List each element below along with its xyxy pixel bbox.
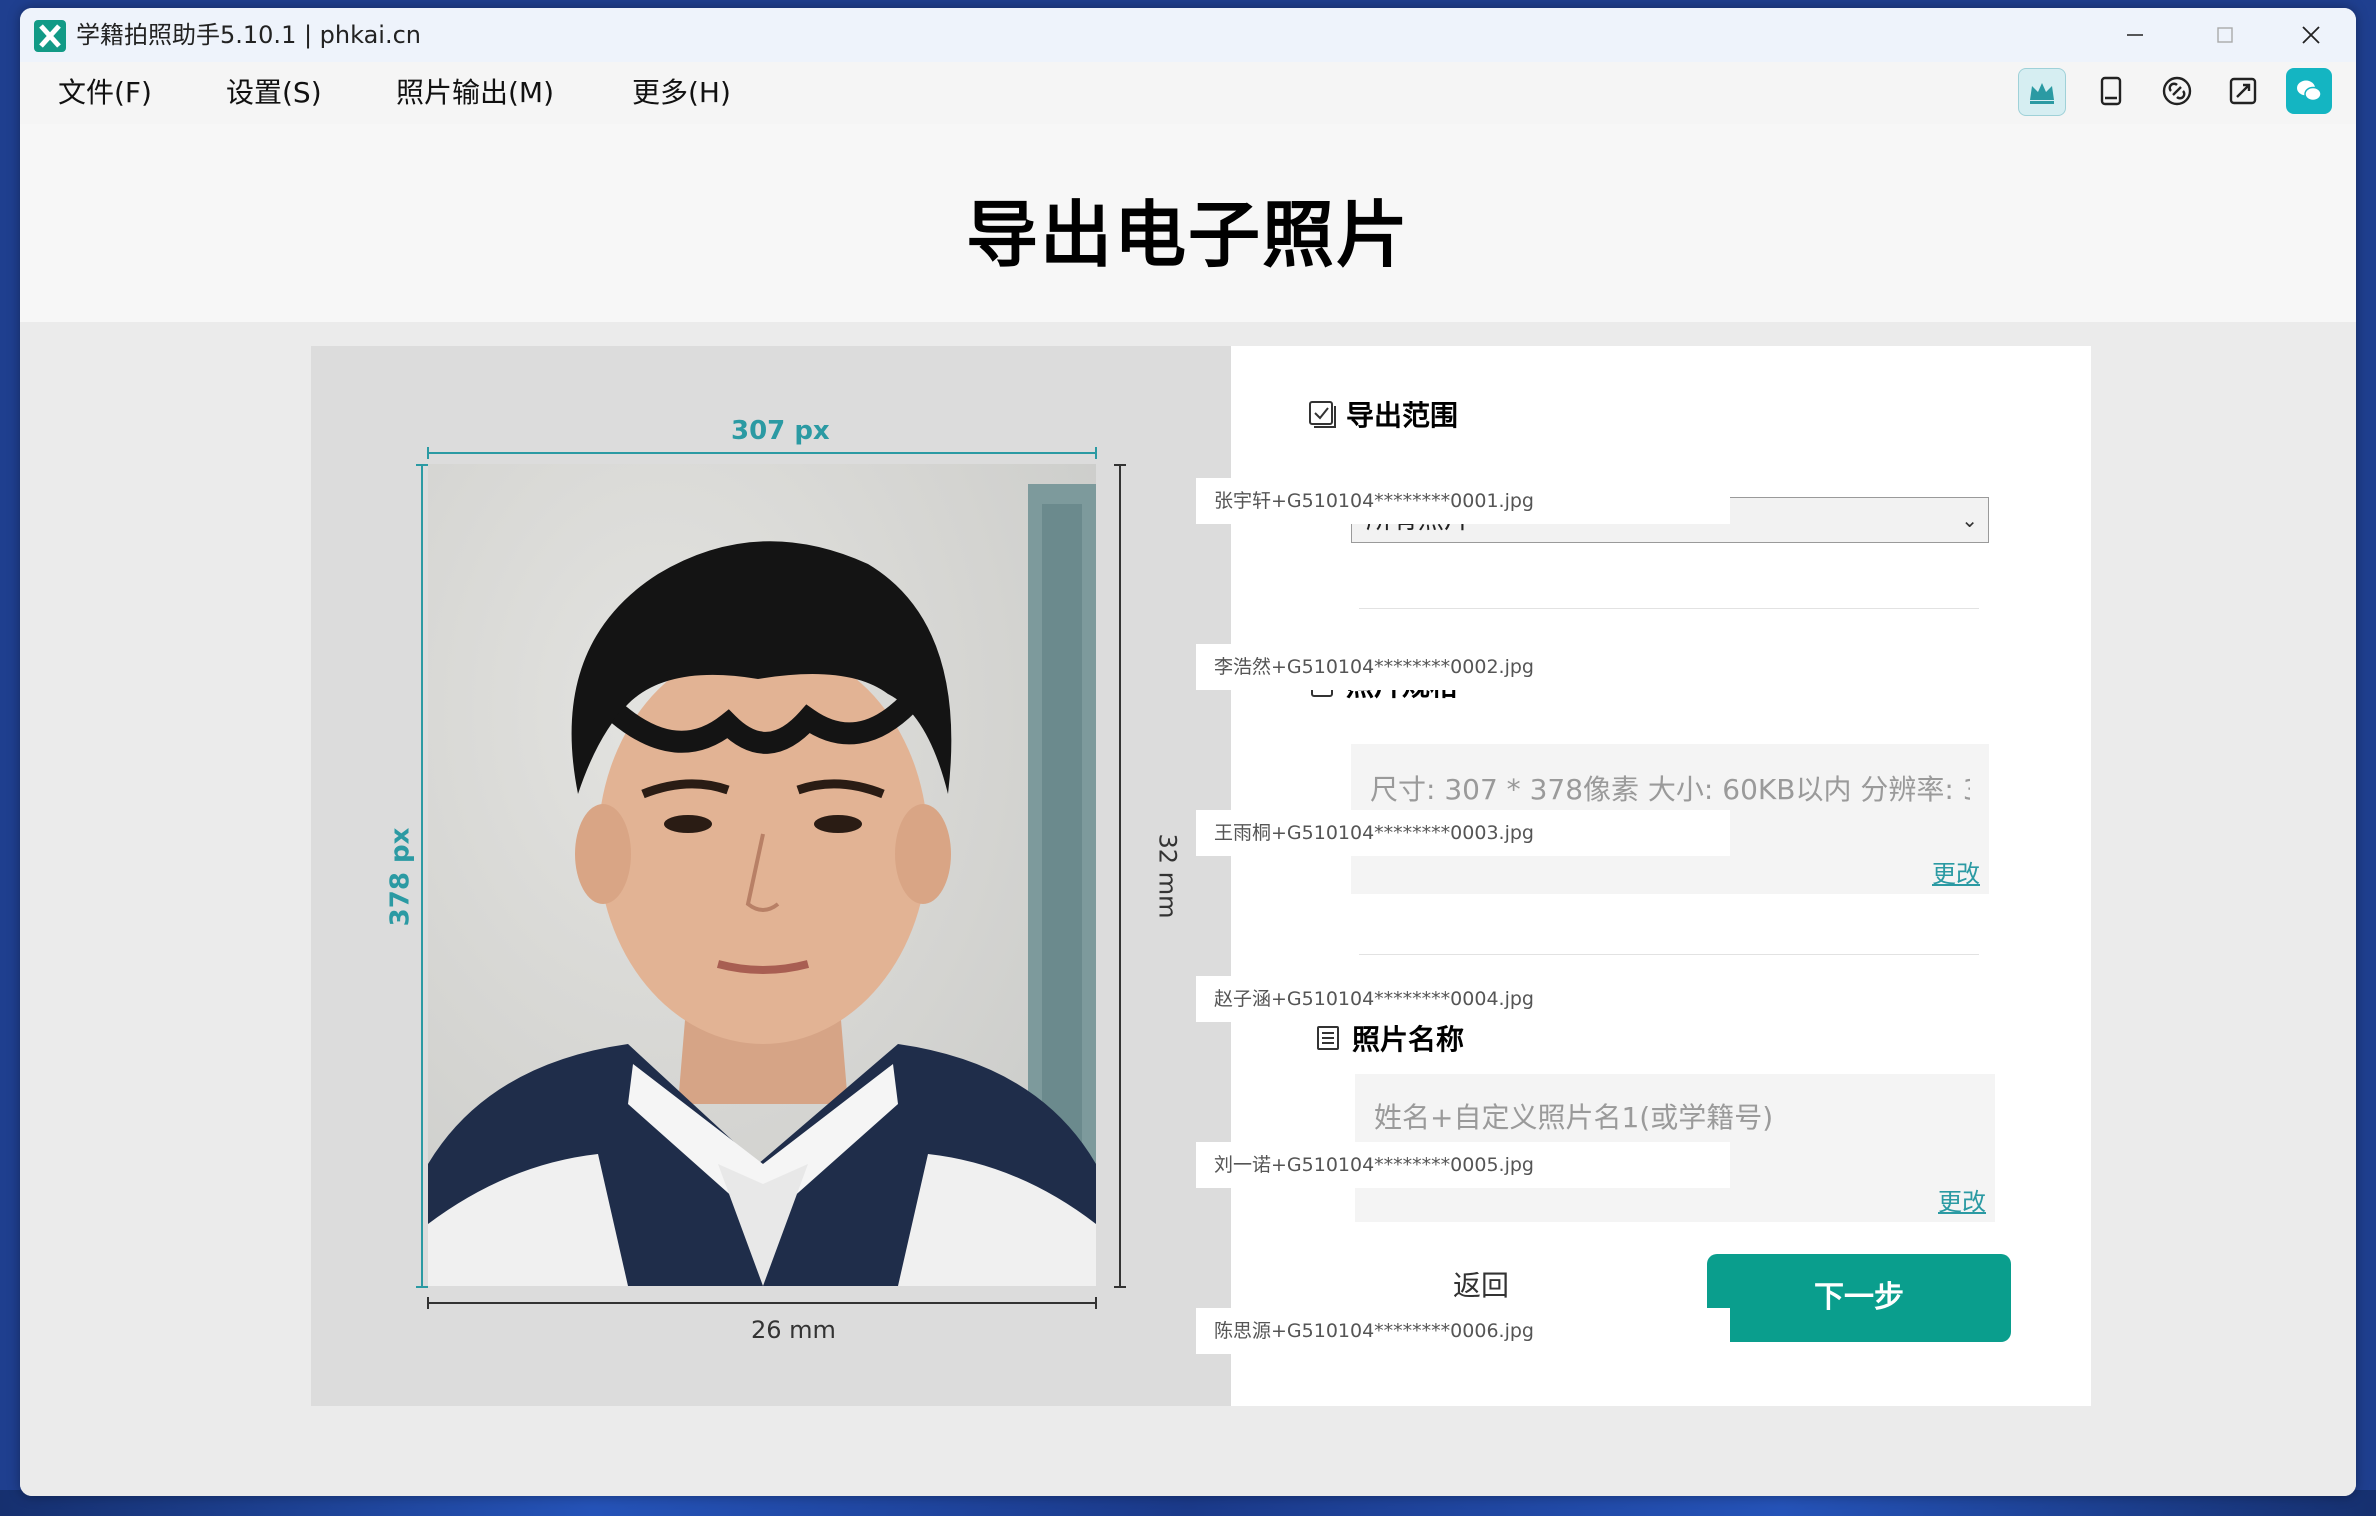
crown-icon	[2030, 83, 2054, 104]
width-mm-dimension-line	[427, 1297, 1097, 1309]
app-window: 学籍拍照助手5.10.1 | phkai.cn 文件(F) 设置(S) 照片输出…	[20, 8, 2356, 1496]
window-title: 学籍拍照助手5.10.1 | phkai.cn	[76, 21, 422, 49]
height-px-dimension-line	[416, 464, 428, 1288]
photo-spec-change-link[interactable]: 更改	[1932, 854, 1980, 889]
minimize-icon	[2127, 34, 2143, 36]
student-portrait	[428, 484, 1096, 1286]
wechat-button[interactable]	[2286, 68, 2332, 114]
section-divider	[1359, 954, 1979, 955]
export-range-heading: 导出范围	[1306, 394, 1458, 434]
file-list-item[interactable]: 赵子涵+G510104********0004.jpg	[1196, 976, 1730, 1022]
crown-button[interactable]	[2018, 68, 2066, 116]
photo-name-title: 照片名称	[1352, 1023, 1465, 1056]
photo-name-change-link[interactable]: 更改	[1938, 1182, 1986, 1217]
wechat-icon	[2297, 80, 2322, 102]
list-icon	[1317, 1026, 1339, 1050]
tablet-button[interactable]	[2088, 68, 2134, 114]
menu-bar: 文件(F) 设置(S) 照片输出(M) 更多(H)	[20, 62, 2356, 124]
menu-more[interactable]: 更多(H)	[632, 62, 731, 124]
height-mm-label: 32 mm	[1153, 833, 1182, 919]
menu-file[interactable]: 文件(F)	[58, 62, 152, 124]
height-px-label: 378 px	[385, 827, 416, 927]
swap-icon	[2229, 77, 2257, 105]
close-button[interactable]	[2266, 8, 2356, 62]
id-photo	[428, 464, 1096, 1286]
photo-name-text: 姓名+自定义照片名1(或学籍号)	[1374, 1101, 1774, 1134]
chevron-down-icon: ⌄	[1961, 508, 1978, 532]
swap-button[interactable]	[2220, 68, 2266, 114]
export-range-title: 导出范围	[1346, 399, 1459, 432]
height-mm-dimension-line	[1114, 464, 1126, 1288]
width-px-dimension-line	[427, 447, 1097, 459]
maximize-icon	[2217, 27, 2233, 43]
menu-photo-output[interactable]: 照片输出(M)	[396, 62, 554, 124]
link-icon	[2162, 76, 2192, 106]
maximize-button[interactable]	[2180, 8, 2270, 62]
photo-preview-panel: 307 px 378 px 32 mm 26 mm	[311, 346, 1231, 1406]
menu-settings[interactable]: 设置(S)	[226, 62, 322, 124]
minimize-button[interactable]	[2090, 8, 2180, 62]
photo-name-heading: 照片名称	[1312, 1018, 1464, 1058]
app-logo-icon	[34, 20, 66, 52]
close-icon	[2302, 26, 2320, 44]
next-button[interactable]: 下一步	[1707, 1254, 2011, 1342]
page-header: 导出电子照片	[20, 124, 2356, 322]
page-title: 导出电子照片	[965, 193, 1410, 277]
photo-spec-text: 尺寸: 307 * 378像素 大小: 60KB以内 分辨率: 300	[1370, 773, 1970, 806]
file-list-item[interactable]: 王雨桐+G510104********0003.jpg	[1196, 810, 1730, 856]
back-button[interactable]: 返回	[1411, 1258, 1551, 1314]
link-button[interactable]	[2154, 68, 2200, 114]
file-list-item[interactable]: 陈思源+G510104********0006.jpg	[1196, 1308, 1730, 1354]
tablet-icon	[2100, 76, 2122, 106]
file-list-item[interactable]: 张宇轩+G510104********0001.jpg	[1196, 478, 1730, 524]
section-divider	[1359, 608, 1979, 609]
checkbox-icon	[1309, 401, 1336, 428]
file-list-item[interactable]: 李浩然+G510104********0002.jpg	[1196, 644, 1730, 690]
file-list-item[interactable]: 刘一诺+G510104********0005.jpg	[1196, 1142, 1730, 1188]
title-bar: 学籍拍照助手5.10.1 | phkai.cn	[20, 8, 2356, 62]
width-mm-label: 26 mm	[751, 1316, 836, 1344]
width-px-label: 307 px	[731, 416, 830, 446]
